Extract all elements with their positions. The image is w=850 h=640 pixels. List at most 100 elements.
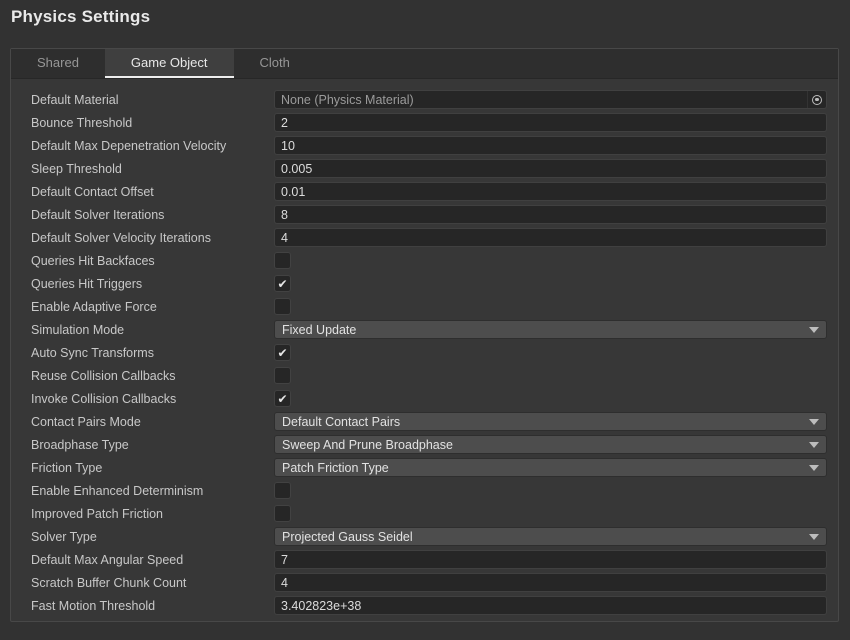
reuse-collision-callbacks-checkbox[interactable] [274,367,291,384]
field-control [274,205,827,224]
dropdown-selected-value: Sweep And Prune Broadphase [282,438,803,452]
dropdown-arrow-icon [809,465,819,471]
checkmark-icon: ✔ [277,278,287,290]
bounce-threshold-input[interactable] [274,113,827,132]
settings-rows: Default MaterialNone (Physics Material) B… [11,79,838,617]
field-control [274,228,827,247]
field-control [274,482,827,499]
field-control: Fixed Update [274,320,827,339]
auto-sync-transforms-checkbox[interactable]: ✔ [274,344,291,361]
settings-row-auto-sync-transforms: Auto Sync Transforms✔ [11,341,838,364]
settings-row-sleep-threshold: Sleep Threshold [11,157,838,180]
field-control [274,550,827,569]
dropdown-arrow-icon [809,327,819,333]
field-control [274,596,827,615]
field-label: Default Solver Velocity Iterations [31,231,274,245]
object-picker-icon[interactable] [807,91,826,108]
picker-ring [812,95,822,105]
field-control [274,113,827,132]
checkmark-icon: ✔ [277,393,287,405]
field-label: Contact Pairs Mode [31,415,274,429]
field-label: Default Material [31,93,274,107]
settings-row-default-max-angular-speed: Default Max Angular Speed [11,548,838,571]
dropdown-selected-value: Fixed Update [282,323,803,337]
fast-motion-threshold-input[interactable] [274,596,827,615]
settings-row-default-solver-velocity-iterations: Default Solver Velocity Iterations [11,226,838,249]
field-control [274,367,827,384]
field-control: ✔ [274,390,827,407]
field-label: Auto Sync Transforms [31,346,274,360]
default-solver-iterations-input[interactable] [274,205,827,224]
settings-row-queries-hit-triggers: Queries Hit Triggers✔ [11,272,838,295]
tab-shared[interactable]: Shared [11,49,105,78]
window-header: Physics Settings [0,0,850,34]
field-control [274,182,827,201]
enable-enhanced-determinism-checkbox[interactable] [274,482,291,499]
field-control: Sweep And Prune Broadphase [274,435,827,454]
tab-game-object[interactable]: Game Object [105,49,234,78]
dropdown-selected-value: Projected Gauss Seidel [282,530,803,544]
field-control [274,298,827,315]
settings-row-reuse-collision-callbacks: Reuse Collision Callbacks [11,364,838,387]
settings-row-enable-adaptive-force: Enable Adaptive Force [11,295,838,318]
settings-row-contact-pairs-mode: Contact Pairs ModeDefault Contact Pairs [11,410,838,433]
settings-row-default-solver-iterations: Default Solver Iterations [11,203,838,226]
field-label: Improved Patch Friction [31,507,274,521]
settings-row-default-max-depenetration-velocity: Default Max Depenetration Velocity [11,134,838,157]
field-control: Default Contact Pairs [274,412,827,431]
settings-row-invoke-collision-callbacks: Invoke Collision Callbacks✔ [11,387,838,410]
settings-row-queries-hit-backfaces: Queries Hit Backfaces [11,249,838,272]
enable-adaptive-force-checkbox[interactable] [274,298,291,315]
field-label: Queries Hit Backfaces [31,254,274,268]
scratch-buffer-chunk-count-input[interactable] [274,573,827,592]
field-control: Projected Gauss Seidel [274,527,827,546]
dropdown-arrow-icon [809,419,819,425]
field-label: Broadphase Type [31,438,274,452]
field-label: Enable Enhanced Determinism [31,484,274,498]
sleep-threshold-input[interactable] [274,159,827,178]
broadphase-type-dropdown[interactable]: Sweep And Prune Broadphase [274,435,827,454]
settings-row-enable-enhanced-determinism: Enable Enhanced Determinism [11,479,838,502]
invoke-collision-callbacks-checkbox[interactable]: ✔ [274,390,291,407]
field-label: Invoke Collision Callbacks [31,392,274,406]
queries-hit-triggers-checkbox[interactable]: ✔ [274,275,291,292]
default-contact-offset-input[interactable] [274,182,827,201]
object-field-value: None (Physics Material) [275,93,807,107]
default-solver-velocity-iterations-input[interactable] [274,228,827,247]
dropdown-selected-value: Patch Friction Type [282,461,803,475]
settings-row-fast-motion-threshold: Fast Motion Threshold [11,594,838,617]
contact-pairs-mode-dropdown[interactable]: Default Contact Pairs [274,412,827,431]
page-title: Physics Settings [11,7,838,27]
field-label: Enable Adaptive Force [31,300,274,314]
field-label: Default Max Angular Speed [31,553,274,567]
field-control [274,136,827,155]
settings-row-bounce-threshold: Bounce Threshold [11,111,838,134]
field-label: Fast Motion Threshold [31,599,274,613]
settings-row-solver-type: Solver Type Projected Gauss Seidel [11,525,838,548]
settings-row-default-contact-offset: Default Contact Offset [11,180,838,203]
tab-cloth[interactable]: Cloth [234,49,316,78]
field-control [274,505,827,522]
field-control: None (Physics Material) [274,90,827,109]
field-control [274,573,827,592]
physics-settings-panel: SharedGame ObjectCloth Default MaterialN… [10,48,839,622]
field-label: Simulation Mode [31,323,274,337]
settings-row-improved-patch-friction: Improved Patch Friction [11,502,838,525]
field-label: Default Max Depenetration Velocity [31,139,274,153]
field-label: Reuse Collision Callbacks [31,369,274,383]
simulation-mode-dropdown[interactable]: Fixed Update [274,320,827,339]
improved-patch-friction-checkbox[interactable] [274,505,291,522]
field-label: Solver Type [31,530,274,544]
queries-hit-backfaces-checkbox[interactable] [274,252,291,269]
solver-type-dropdown[interactable]: Projected Gauss Seidel [274,527,827,546]
field-label: Default Contact Offset [31,185,274,199]
tab-bar: SharedGame ObjectCloth [11,49,838,79]
default-material-object-field[interactable]: None (Physics Material) [274,90,827,109]
field-label: Queries Hit Triggers [31,277,274,291]
field-label: Sleep Threshold [31,162,274,176]
field-control: Patch Friction Type [274,458,827,477]
default-max-depenetration-velocity-input[interactable] [274,136,827,155]
default-max-angular-speed-input[interactable] [274,550,827,569]
settings-row-friction-type: Friction TypePatch Friction Type [11,456,838,479]
friction-type-dropdown[interactable]: Patch Friction Type [274,458,827,477]
